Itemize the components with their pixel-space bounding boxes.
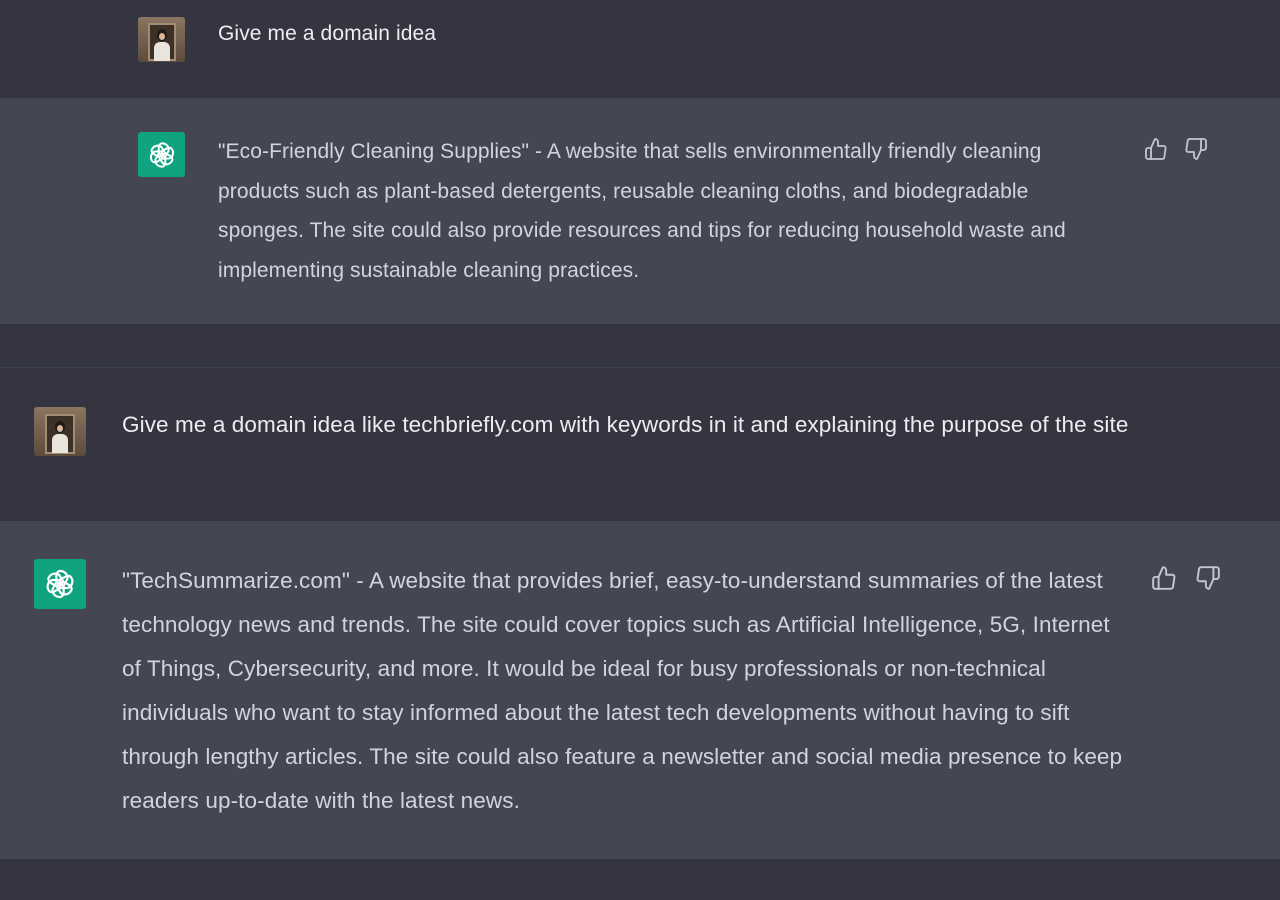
user-message-text: Give me a domain idea like techbriefly.c… [122, 412, 1129, 437]
conversation-footer-space [0, 859, 1280, 900]
user-avatar [34, 407, 86, 456]
openai-logo-icon [34, 559, 86, 609]
conversation-gap [0, 324, 1280, 367]
user-message-row: Give me a domain idea like techbriefly.c… [0, 368, 1280, 521]
openai-logo-icon [138, 132, 185, 177]
thumbs-down-icon[interactable] [1195, 565, 1221, 591]
user-message-row: Give me a domain idea [0, 0, 1280, 98]
thumbs-down-icon[interactable] [1183, 136, 1209, 162]
assistant-message-text: "TechSummarize.com" - A website that pro… [122, 568, 1123, 813]
assistant-message-row: "TechSummarize.com" - A website that pro… [0, 521, 1280, 859]
chat-screen: Give me a domain idea "Eco-Friendly Clea… [0, 0, 1280, 900]
feedback-actions [1151, 565, 1221, 591]
assistant-message-row: "Eco-Friendly Cleaning Supplies" - A web… [0, 98, 1280, 324]
feedback-actions [1143, 136, 1209, 162]
user-message-text: Give me a domain idea [218, 22, 437, 45]
assistant-message-text: "Eco-Friendly Cleaning Supplies" - A web… [218, 140, 1066, 282]
user-avatar [138, 17, 185, 62]
thumbs-up-icon[interactable] [1143, 136, 1169, 162]
thumbs-up-icon[interactable] [1151, 565, 1177, 591]
